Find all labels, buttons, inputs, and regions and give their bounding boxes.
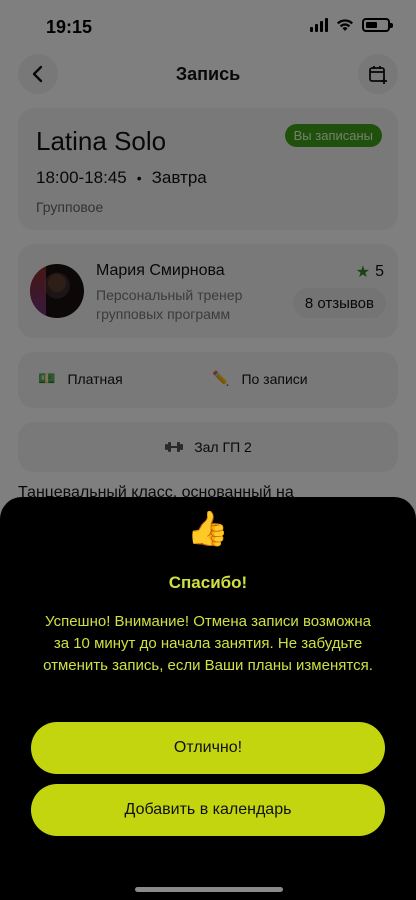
confirmation-bottom-sheet: 👍 Спасибо! Успешно! Внимание! Отмена зап… xyxy=(0,497,416,900)
thumbs-up-icon: 👍 xyxy=(186,510,230,548)
sheet-message: Успешно! Внимание! Отмена записи возможн… xyxy=(43,613,373,674)
ok-button[interactable]: Отлично! xyxy=(31,722,385,774)
sheet-title: Спасибо! xyxy=(168,573,248,592)
add-to-calendar-sheet-button[interactable]: Добавить в календарь xyxy=(31,784,385,836)
home-indicator[interactable] xyxy=(135,887,283,892)
